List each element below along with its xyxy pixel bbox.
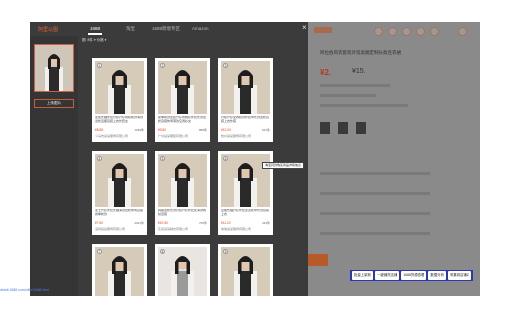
user-avatar-icon[interactable] [458, 27, 467, 36]
card-price: ¥7.50 [95, 221, 103, 225]
card-sales: 1299件 [134, 128, 144, 132]
info-line [320, 172, 430, 175]
info-line [320, 94, 376, 97]
card-number-badge: 7 [97, 249, 102, 254]
close-icon[interactable]: × [302, 24, 307, 32]
info-line [320, 84, 390, 87]
info-line [320, 232, 430, 235]
card-shop[interactable]: 深圳某某服饰有限公司 [95, 227, 144, 231]
card-number-badge: 5 [160, 156, 165, 161]
card-shop[interactable]: 杭州某某服饰有限公司 [221, 134, 270, 138]
card-sales: 705件 [198, 221, 207, 225]
1688-source-button[interactable]: 1688货源查看 [401, 271, 427, 280]
product-image[interactable]: 4 [95, 154, 144, 207]
result-card[interactable]: 7 [92, 244, 147, 296]
result-card[interactable]: 2 夏季新款女装开衫防晒衫外套长款宽松百搭休闲薄款空调衫女 ¥9.80 886件广州某… [155, 58, 210, 142]
upload-image-button[interactable]: 上传图片 [34, 99, 74, 108]
color-swatch[interactable] [356, 122, 366, 134]
nav-icon-4[interactable] [416, 27, 425, 36]
background-product-page: 阿拉伯风衣套装外贸高端定制长款连衣裙 ¥2. ¥15. [308, 22, 480, 296]
product-image[interactable]: 2 [158, 61, 207, 114]
card-sales: 886件 [198, 128, 207, 132]
nav-icon-2[interactable] [388, 27, 397, 36]
hover-tooltip: 淘宝同款购买商品详情信息 [262, 162, 305, 169]
result-card[interactable]: 1 女装长袖外套针织开衫春秋新款薄款宽松显瘦百搭上衣外套女 ¥8.88 1299件义乌… [92, 58, 147, 142]
info-line [320, 104, 408, 107]
one-click-distribute-button[interactable]: 一键铺货店铺 [374, 271, 400, 280]
card-number-badge: 3 [223, 63, 228, 68]
card-number-badge: 8 [160, 249, 165, 254]
card-description[interactable]: 女装长袖外套针织开衫春秋新款薄款宽松显瘦百搭上衣外套女 [95, 116, 144, 127]
product-image[interactable]: 5 [158, 154, 207, 207]
tab-taobao[interactable]: 淘宝 [126, 26, 135, 32]
card-sales: 2301件 [134, 221, 144, 225]
collect-to-store-button[interactable]: 采集到店铺Z [447, 271, 471, 280]
data-analysis-button[interactable]: 数据分析 [428, 271, 446, 280]
nav-icon-1[interactable] [374, 27, 383, 36]
card-sales: 433件 [261, 221, 270, 225]
image-search-modal: 阿里以图 1688 淘宝 1688跨境专区 Amazon × 上传图片 图: 8… [30, 22, 308, 296]
color-swatch[interactable] [320, 122, 330, 134]
card-shop[interactable]: 常熟某某服饰有限公司 [221, 227, 270, 231]
modal-brand: 阿里以图 [38, 27, 59, 33]
browser-viewport: 阿拉伯风衣套装外贸高端定制长款连衣裙 ¥2. ¥15. 阿里以图 1688 淘宝… [30, 22, 480, 296]
result-filters[interactable]: 图: 8件 ▾ 价格 ▾ [82, 38, 106, 43]
card-price: ¥9.80 [158, 128, 166, 132]
card-description[interactable]: 夏季新款女装开衫防晒衫外套长款宽松百搭休闲薄款空调衫女 [158, 116, 207, 127]
product-title: 阿拉伯风衣套装外贸高端定制长款连衣裙 [320, 50, 401, 55]
card-number-badge: 6 [223, 156, 228, 161]
result-card[interactable]: 9 [218, 244, 273, 296]
tab-1688[interactable]: 1688 [90, 26, 100, 31]
card-price: ¥12.00 [221, 128, 231, 132]
result-card[interactable]: 8 [155, 244, 210, 296]
card-number-badge: 4 [97, 156, 102, 161]
color-swatch[interactable] [338, 122, 348, 134]
card-description[interactable]: 韩版宽松长款针织开衫外套女薄款春秋百搭 [158, 209, 207, 220]
buy-button[interactable] [308, 254, 328, 266]
card-number-badge: 9 [223, 249, 228, 254]
card-shop[interactable]: 东莞某某制衣有限公司 [158, 227, 207, 231]
product-image[interactable]: 9 [221, 247, 270, 296]
result-card[interactable]: 3 针织开衫女春秋款外套中长款宽松百搭上衣外搭 ¥12.00 521件杭州某某服饰有限… [218, 58, 273, 142]
card-shop[interactable]: 义乌市某某服饰有限公司 [95, 134, 144, 138]
product-price-range: ¥15. [352, 68, 366, 75]
card-number-badge: 1 [97, 63, 102, 68]
status-bar-link[interactable]: detail.1688.com/offer/1688.html [0, 288, 49, 292]
site-logo [314, 27, 332, 33]
product-image[interactable]: 3 [221, 61, 270, 114]
card-description[interactable]: 女士开衫外套长袖薄款宽松休闲百搭春季新款 [95, 209, 144, 220]
nav-icon-5[interactable] [430, 27, 439, 36]
card-price: ¥10.50 [158, 221, 168, 225]
tab-1688-crossborder[interactable]: 1688跨境专区 [152, 26, 180, 32]
card-number-badge: 2 [160, 63, 165, 68]
card-price: ¥11.20 [221, 221, 231, 225]
result-card[interactable]: 5 韩版宽松长款针织开衫外套女薄款春秋百搭 ¥10.50 705件东莞某某制衣有限公司 [155, 151, 210, 235]
product-image[interactable]: 1 [95, 61, 144, 114]
info-line [320, 192, 430, 195]
result-card[interactable]: 4 女士开衫外套长袖薄款宽松休闲百搭春季新款 ¥7.50 2301件深圳某某服饰有限公… [92, 151, 147, 235]
modal-header: 阿里以图 1688 淘宝 1688跨境专区 Amazon × [30, 22, 308, 36]
bulk-list-button[interactable]: 批量上架到 [352, 271, 373, 280]
uploaded-image-preview [34, 44, 74, 92]
extension-action-bar: 批量上架到 一键铺货店铺 1688货源查看 数据分析 采集到店铺Z [350, 270, 473, 281]
nav-icon-3[interactable] [402, 27, 411, 36]
active-tab-indicator [88, 33, 102, 35]
card-description[interactable]: 针织开衫女春秋款外套中长款宽松百搭上衣外搭 [221, 116, 270, 127]
card-shop[interactable]: 广州某某服装有限公司 [158, 134, 207, 138]
card-description[interactable]: 显瘦长袖开衫外套女宽松中长款百搭上衣 [221, 209, 270, 220]
product-image[interactable]: 8 [158, 247, 207, 296]
card-sales: 521件 [261, 128, 270, 132]
product-price: ¥2. [320, 68, 332, 77]
product-image[interactable]: 7 [95, 247, 144, 296]
tab-amazon[interactable]: Amazon [192, 26, 209, 31]
info-line [320, 212, 430, 215]
card-price: ¥8.88 [95, 128, 103, 132]
